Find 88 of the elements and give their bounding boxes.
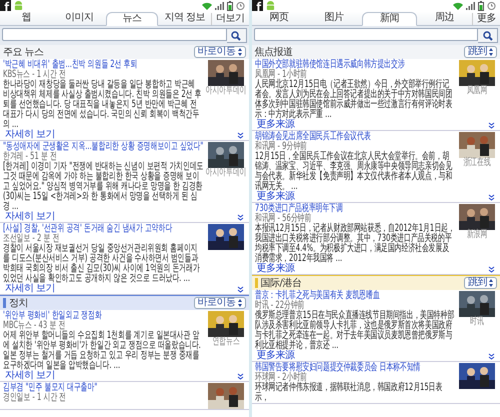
tab[interactable]: 新闻 xyxy=(362,12,417,26)
tab[interactable]: 周边 xyxy=(416,11,472,25)
article-snippet: [한겨레] 이경미 기자 "전쟁에 반대하는 신념이 보편적 가치인데도 그것 때문에 감옥에 가야 하는 불합리한 한국 상황을 증명해 보이고 싶었어요." 양심적 병역거부를 위해 캐나다로 망명을 한 김경환(30)씨는 15일 <한겨레>와 한 통화에서 망명을 선택하게 된 심경 ... xyxy=(3,162,204,212)
article-snippet: 경찰이 서울시장 재보궐선거 당일 중앙선거관리위원회 홈페이지를 디도스(분산서비스 거부) 공격한 사건을 수사하면서 범인들과 박희태 국회의장 비서 출신 김모(30)씨 사이에 1억원의 돈거래가 있었던 사실을 확인하고도 공개하지 않은 것으로 드러났다. ... xyxy=(3,244,201,284)
up-down-arrows-icon xyxy=(489,279,493,287)
article-snippet: 12月15日，全国民兵工作会议在北京人民大会堂举行。会前，胡锦涛、温家宝、习近平、李克强、周永康等中央领导同志亲切会见与会代表。新华社发【免责声明】本文仅代表作者本人观点，与和讯网无关。 ... xyxy=(254,152,454,192)
article-title[interactable]: 김부겸 "민주 불모지 대구출마" xyxy=(3,383,204,393)
more-tab[interactable]: 더보기 xyxy=(211,13,248,25)
tab[interactable]: 뉴스 xyxy=(106,12,158,26)
chevron-down-icon[interactable] xyxy=(488,352,495,360)
article-snippet: 本报讯12月15日，记者从财政部网站获悉，自2012年1月1日起，我国进出口关税将进行部分调整。其中，730类进口产品关税的平均税率下调至4.4%。为积极扩大进口，满足国内经济社会发展及消费需求，2012年我国将 ... xyxy=(254,224,455,264)
up-down-arrows-icon xyxy=(489,48,493,56)
up-down-arrows-icon xyxy=(238,48,242,56)
article-source: 和讯网 - 9分钟前 xyxy=(254,142,306,152)
more-tab[interactable]: 更多 xyxy=(472,13,500,25)
article-title[interactable]: 普京：卡扎菲之死与美国有关 麦凯恩嗜血 xyxy=(254,291,455,301)
image-caption: 浙江在线 xyxy=(463,158,491,168)
article-source: 경인일보 - 1 시간 전 xyxy=(3,393,68,403)
article-snippet: 어제 위안부 할머니들의 수요집회 1천회를 계기로 일본대사관 앞에 설치한 '위안부 평화비'가 한일간 외교 쟁점으로 떠올랐습니다. 일본 정부는 철거를 거듭 요청하고 있고 우리 정부는 분쟁 중재를 요구하겠다며 일본을 압박했습니다. ... xyxy=(3,331,202,371)
image-caption: 연합뉴스 xyxy=(212,337,240,347)
tab[interactable]: 이미지 xyxy=(52,11,106,25)
signal-icon xyxy=(466,2,475,10)
image-caption: 新浪网 xyxy=(466,230,488,240)
more-sources-link[interactable]: 자세히 보기 xyxy=(5,284,56,294)
article-title[interactable]: "동성애자에 군생활은 지옥...불합리한 상황 증명해보이고 싶었다" xyxy=(3,142,204,152)
jump-dropdown[interactable]: 바로이동 xyxy=(194,297,246,309)
search-icon xyxy=(231,30,241,40)
article-snippet: 한나라당이 재창당을 둘러싼 당내 갈등을 일단 봉합하고 박근혜 비상대책위 체제를 사실상 출범시켰습니다. 친박 의원들은 2선 후퇴를 선언했습니다. 당 대표직을 내놓은지 5년 반만에 박근혜 전 대표가 다시 당의 전면에 섰습니다. 국민의 신뢰 회복이 백척간두의 ... xyxy=(3,80,202,130)
chevron-down-icon[interactable] xyxy=(236,372,244,380)
more-sources-link[interactable]: 자세히 보기 xyxy=(5,371,56,381)
article-title[interactable]: 韩国警告要将慰安妇问题提交仲裁委员会 日本称不知情 xyxy=(254,363,455,373)
article-source: 环球网 - 2小时前 xyxy=(254,373,306,383)
article-source: 时讯 - 22分钟前 xyxy=(254,301,304,311)
search-icon xyxy=(482,30,492,40)
article-source: 凤凰网 - 1小时前 xyxy=(254,70,306,80)
wifi-icon xyxy=(453,2,463,10)
search-button[interactable] xyxy=(226,28,246,43)
more-sources-link[interactable]: 更多来源 xyxy=(256,351,294,361)
chevron-down-icon[interactable] xyxy=(488,122,495,128)
search-field[interactable] xyxy=(254,28,478,41)
chevron-down-icon[interactable] xyxy=(236,132,244,138)
section-title: 정치 xyxy=(9,298,29,308)
article-source: 和讯网 - 56分钟前 xyxy=(254,214,311,224)
image-caption: 아시아투데이 xyxy=(205,168,246,178)
more-sources-link[interactable]: 更多来源 xyxy=(256,192,294,202)
chevron-down-icon[interactable] xyxy=(488,266,495,272)
article-source: MBC뉴스 - 43 분 전 xyxy=(3,321,66,331)
jump-dropdown[interactable]: 바로이동 xyxy=(194,46,246,58)
battery-icon xyxy=(478,0,484,10)
chevron-down-icon[interactable] xyxy=(236,214,244,220)
tab[interactable]: 웹 xyxy=(0,11,53,25)
alarm-icon xyxy=(487,1,496,10)
section-title: 주요 뉴스 xyxy=(3,46,45,58)
article-title[interactable]: '위안부 평화비' 한일외교 쟁점화 xyxy=(3,311,204,321)
article-source: KBS뉴스 - 1 시간 전 xyxy=(3,70,67,80)
search-button[interactable] xyxy=(478,28,498,43)
article-title[interactable]: [사설] 경찰, '선관위 공격' 돈거래 숨긴 냄새가 고약하다 xyxy=(3,224,204,234)
tab[interactable]: 图片 xyxy=(306,11,362,25)
more-sources-link[interactable]: 자세히 보기 xyxy=(5,212,56,222)
more-sources-link[interactable]: 자세히 보기 xyxy=(5,130,56,140)
article-title[interactable]: '박근혜 비대위' 출범...친박 의원들 2선 후퇴 xyxy=(3,60,204,70)
article-title[interactable]: 中国外交部就驻韩使馆连日遇示威向韩方提出交涉 xyxy=(254,60,455,70)
image-caption: 凤凰网 xyxy=(466,86,488,96)
battery-icon xyxy=(226,0,232,10)
article-source: 한겨레 - 51 분 전 xyxy=(3,152,57,162)
image-caption: 时讯 xyxy=(470,317,484,327)
image-caption: 아시아투데이 xyxy=(205,86,246,96)
more-sources-link[interactable]: 更多来源 xyxy=(256,264,294,274)
section-title: 国际/港台 xyxy=(260,278,302,288)
article-snippet: 环球网记者仲伟东报道，据韩联社消息，韩国政府12月15日表示， xyxy=(254,383,443,403)
jump-dropdown[interactable]: 跳到 xyxy=(464,277,497,289)
more-sources-link[interactable]: 更多来源 xyxy=(256,120,294,130)
tab[interactable]: 网页 xyxy=(252,11,307,25)
section-title: 焦点报道 xyxy=(254,46,294,58)
signal-icon xyxy=(214,2,224,10)
jump-dropdown[interactable]: 跳到 xyxy=(464,46,497,58)
tab[interactable]: 지역 정보 xyxy=(158,11,211,25)
chevron-down-icon[interactable] xyxy=(236,286,244,292)
up-down-arrows-icon xyxy=(238,299,242,307)
alarm-icon xyxy=(236,1,244,10)
chevron-down-icon[interactable] xyxy=(488,194,495,200)
article-snippet: 人民网北京12月15日电（记者王欲然）今日，外交部举行例行记者会。发言人刘为民在会上回答记者提出的关于中方对韩国民间团体多次到中国驻韩国使馆前示威并做出一些过激言行有何评论时表示：中方对此表示严重 ... xyxy=(254,80,453,120)
article-title[interactable]: 胡锦涛会见出席全国民兵工作会议代表 xyxy=(254,132,455,142)
article-snippet: 俄罗斯总理普京15日在与民众直播连线节目期间指出，美国特种部队涉及杀害利比亚前领导人卡扎菲，这也是俄罗斯首次将美国政府与卡扎菲之死牵连在一起。对于去年美国议员麦凯恩曾把俄罗斯与利比亚相提并论，普京还 ... xyxy=(254,311,455,351)
article-title[interactable]: 730类进口产品税率明年下调 xyxy=(254,204,455,214)
article-source: 조선일보 - 2 분 전 xyxy=(3,234,60,244)
wifi-icon xyxy=(202,2,212,10)
search-field[interactable] xyxy=(2,28,226,41)
